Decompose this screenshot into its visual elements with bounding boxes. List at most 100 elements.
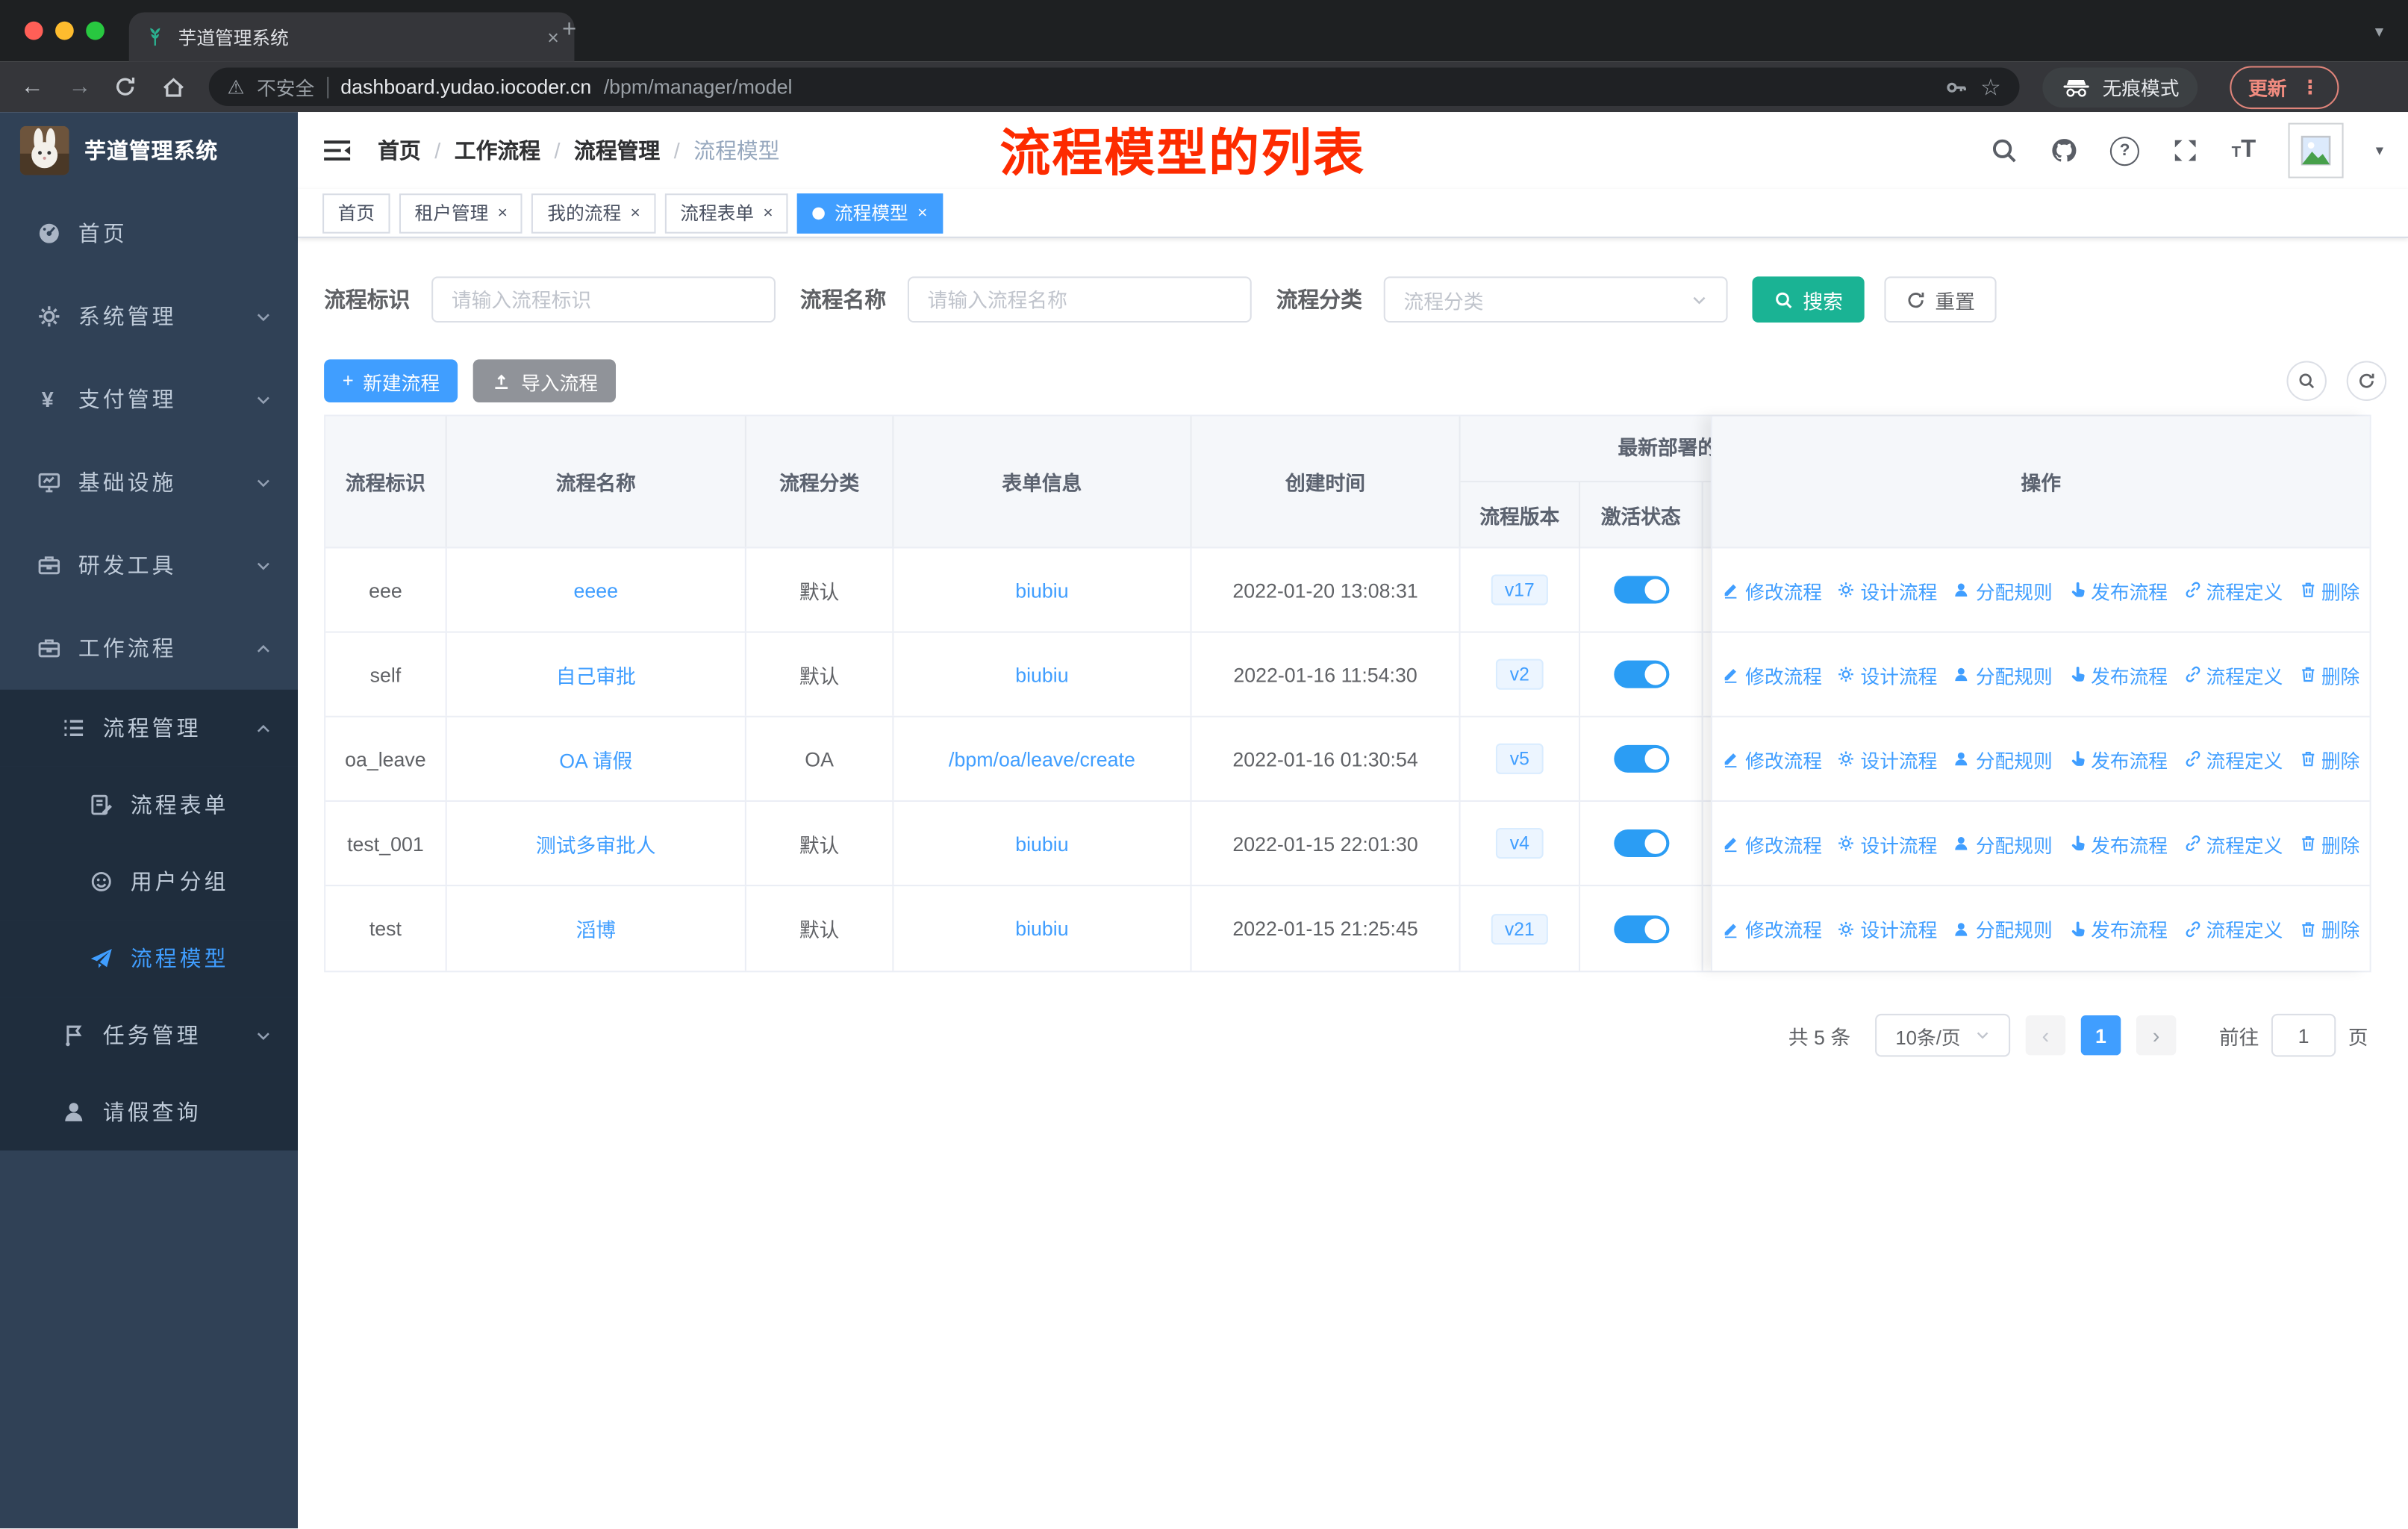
import-process-button[interactable]: 导入流程 bbox=[473, 359, 617, 403]
active-toggle[interactable] bbox=[1613, 744, 1669, 773]
action-assign[interactable]: 分配规则 bbox=[1953, 914, 2053, 943]
sidebar-item-form[interactable]: 流程表单 bbox=[0, 766, 299, 844]
process-name-link[interactable]: 自己审批 bbox=[556, 660, 636, 689]
browser-update-button[interactable]: 更新 ⋮ bbox=[2230, 65, 2339, 109]
tab-search-caret-icon[interactable]: ▾ bbox=[2375, 22, 2383, 42]
close-icon[interactable]: × bbox=[917, 204, 927, 222]
action-pen[interactable]: 修改流程 bbox=[1722, 575, 1822, 604]
action-linkclip[interactable]: 流程定义 bbox=[2183, 660, 2283, 689]
help-icon[interactable]: ? bbox=[2110, 136, 2140, 166]
security-label[interactable]: 不安全 bbox=[257, 72, 314, 102]
sidebar-item-dashboard[interactable]: 首页 bbox=[0, 192, 298, 275]
search-icon[interactable] bbox=[1991, 137, 2018, 164]
active-toggle[interactable] bbox=[1613, 829, 1669, 858]
sidebar-item-plane[interactable]: 流程模型 bbox=[0, 920, 299, 997]
reset-button[interactable]: 重置 bbox=[1884, 276, 1997, 323]
back-button[interactable]: ← bbox=[19, 74, 46, 100]
sidebar-item-yen[interactable]: ¥ 支付管理 bbox=[0, 358, 298, 440]
breadcrumb-item[interactable]: 首页 bbox=[378, 135, 421, 166]
breadcrumb-item[interactable]: 工作流程 bbox=[455, 135, 540, 166]
action-linkclip[interactable]: 流程定义 bbox=[2183, 744, 2283, 773]
close-icon[interactable]: × bbox=[498, 204, 508, 222]
action-gearline[interactable]: 设计流程 bbox=[1838, 829, 1937, 858]
page-size-select[interactable]: 10条/页 bbox=[1875, 1013, 2011, 1057]
action-trash[interactable]: 删除 bbox=[2298, 829, 2359, 858]
filter-input-name[interactable] bbox=[907, 276, 1252, 323]
process-name-link[interactable]: 测试多审批人 bbox=[536, 829, 656, 858]
filter-select-category[interactable]: 流程分类 bbox=[1383, 276, 1728, 323]
action-assign[interactable]: 分配规则 bbox=[1953, 829, 2053, 858]
page-tab[interactable]: 首页 × bbox=[322, 193, 390, 233]
page-tab[interactable]: 我的流程 × bbox=[531, 193, 656, 233]
breadcrumb-item[interactable]: 流程管理 bbox=[574, 135, 660, 166]
action-pen[interactable]: 修改流程 bbox=[1722, 744, 1822, 773]
form-info-link[interactable]: biubiu bbox=[1015, 579, 1068, 602]
action-pen[interactable]: 修改流程 bbox=[1722, 829, 1822, 858]
maximize-window-button[interactable] bbox=[86, 21, 105, 40]
sidebar-item-list[interactable]: 流程管理 bbox=[0, 689, 299, 767]
github-icon[interactable] bbox=[2050, 137, 2078, 164]
action-gearline[interactable]: 设计流程 bbox=[1838, 575, 1937, 604]
action-pen[interactable]: 修改流程 bbox=[1722, 914, 1822, 943]
action-gearline[interactable]: 设计流程 bbox=[1838, 744, 1937, 773]
action-publish[interactable]: 发布流程 bbox=[2068, 744, 2168, 773]
sidebar-item-briefcase[interactable]: 工作流程 bbox=[0, 607, 298, 690]
filter-input-key[interactable] bbox=[431, 276, 776, 323]
action-linkclip[interactable]: 流程定义 bbox=[2183, 829, 2283, 858]
address-bar[interactable]: ⚠ 不安全 dashboard.yudao.iocoder.cn/bpm/man… bbox=[208, 67, 2020, 106]
password-key-icon[interactable] bbox=[1944, 75, 1968, 99]
new-tab-button[interactable]: + bbox=[562, 18, 576, 43]
refresh-table-button[interactable] bbox=[2346, 361, 2387, 401]
minimize-window-button[interactable] bbox=[55, 21, 74, 40]
action-publish[interactable]: 发布流程 bbox=[2068, 914, 2168, 943]
reload-button[interactable] bbox=[113, 75, 141, 99]
action-linkclip[interactable]: 流程定义 bbox=[2183, 914, 2283, 943]
page-tab[interactable]: 流程模型 × bbox=[797, 193, 943, 233]
form-info-link[interactable]: biubiu bbox=[1015, 917, 1068, 940]
sidebar-item-gear[interactable]: 系统管理 bbox=[0, 275, 298, 358]
close-icon[interactable]: × bbox=[631, 204, 640, 222]
sidebar-item-user[interactable]: 请假查询 bbox=[0, 1074, 299, 1150]
sidebar-item-tasks[interactable]: 任务管理 bbox=[0, 997, 299, 1074]
form-info-link[interactable]: biubiu bbox=[1015, 832, 1068, 855]
home-button[interactable] bbox=[161, 75, 189, 99]
active-toggle[interactable] bbox=[1613, 915, 1669, 943]
bookmark-star-icon[interactable]: ☆ bbox=[1980, 73, 2001, 101]
user-avatar[interactable] bbox=[2288, 122, 2344, 178]
create-process-button[interactable]: + 新建流程 bbox=[324, 359, 458, 403]
action-publish[interactable]: 发布流程 bbox=[2068, 575, 2168, 604]
goto-page-input[interactable] bbox=[2271, 1013, 2336, 1057]
action-trash[interactable]: 删除 bbox=[2298, 660, 2359, 689]
font-size-icon[interactable]: TT bbox=[2232, 137, 2256, 164]
search-button[interactable]: 搜索 bbox=[1752, 276, 1865, 323]
process-name-link[interactable]: OA 请假 bbox=[559, 744, 632, 773]
action-trash[interactable]: 删除 bbox=[2298, 914, 2359, 943]
action-assign[interactable]: 分配规则 bbox=[1953, 660, 2053, 689]
action-publish[interactable]: 发布流程 bbox=[2068, 660, 2168, 689]
prev-page-button[interactable]: ‹ bbox=[2025, 1015, 2066, 1056]
active-toggle[interactable] bbox=[1613, 660, 1669, 688]
tab-close-icon[interactable]: × bbox=[547, 25, 559, 49]
browser-tab[interactable]: 芋道管理系统 × bbox=[128, 12, 575, 62]
avatar-caret-icon[interactable]: ▾ bbox=[2376, 142, 2383, 159]
browser-menu-dots-icon[interactable]: ⋮ bbox=[2301, 75, 2320, 99]
sidebar-collapse-icon[interactable] bbox=[322, 138, 352, 163]
forward-button[interactable]: → bbox=[66, 74, 93, 100]
action-gearline[interactable]: 设计流程 bbox=[1838, 660, 1937, 689]
page-tab[interactable]: 流程表单 × bbox=[664, 193, 789, 233]
current-page[interactable]: 1 bbox=[2080, 1015, 2121, 1056]
action-gearline[interactable]: 设计流程 bbox=[1838, 914, 1937, 943]
action-pen[interactable]: 修改流程 bbox=[1722, 660, 1822, 689]
action-linkclip[interactable]: 流程定义 bbox=[2183, 575, 2283, 604]
active-toggle[interactable] bbox=[1613, 576, 1669, 604]
action-trash[interactable]: 删除 bbox=[2298, 744, 2359, 773]
action-assign[interactable]: 分配规则 bbox=[1953, 575, 2053, 604]
sidebar-item-briefcase[interactable]: 研发工具 bbox=[0, 524, 298, 607]
process-name-link[interactable]: 滔博 bbox=[576, 914, 616, 943]
fullscreen-icon[interactable] bbox=[2171, 137, 2199, 164]
form-info-link[interactable]: /bpm/oa/leave/create bbox=[949, 747, 1135, 770]
close-icon[interactable]: × bbox=[763, 204, 773, 222]
form-info-link[interactable]: biubiu bbox=[1015, 663, 1068, 686]
page-tab[interactable]: 租户管理 × bbox=[399, 193, 523, 233]
action-trash[interactable]: 删除 bbox=[2298, 575, 2359, 604]
